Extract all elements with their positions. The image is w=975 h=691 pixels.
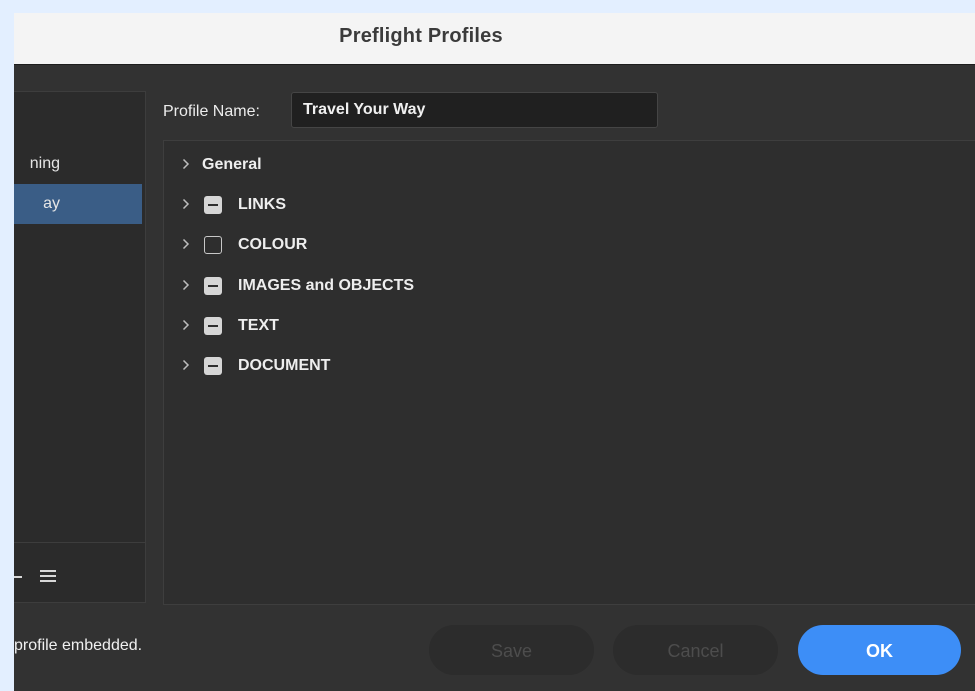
profile-name-field[interactable]	[291, 92, 658, 128]
links-checkbox[interactable]	[204, 196, 222, 214]
profile-list-item-label: ning	[29, 155, 60, 172]
tree-row-label: TEXT	[238, 317, 279, 334]
profile-list-item-label: ay	[43, 195, 60, 212]
ok-button[interactable]: OK	[798, 625, 961, 675]
save-button[interactable]: Save	[429, 625, 594, 675]
menu-icon[interactable]	[40, 570, 56, 584]
profile-list-item[interactable]: ning	[14, 144, 142, 184]
profiles-list-toolbar	[14, 542, 145, 603]
tree-row-text[interactable]: TEXT	[164, 311, 764, 341]
chevron-right-icon[interactable]	[182, 319, 192, 333]
tree-row-label: COLOUR	[238, 236, 308, 253]
tree-row-label: IMAGES and OBJECTS	[238, 277, 415, 294]
chevron-right-icon[interactable]	[182, 158, 192, 172]
minus-icon[interactable]	[14, 576, 22, 578]
preflight-profiles-dialog: Preflight Profiles ning ay Profile Name:…	[14, 13, 975, 691]
cancel-button[interactable]: Cancel	[613, 625, 778, 675]
tree-row-links[interactable]: LINKS	[164, 190, 764, 220]
dialog-title: Preflight Profiles	[339, 25, 503, 47]
images-and-objects-checkbox[interactable]	[204, 277, 222, 295]
chevron-right-icon[interactable]	[182, 198, 192, 212]
profiles-list[interactable]: ning ay	[14, 91, 146, 603]
tree-row-label: General	[202, 156, 262, 173]
tree-row-general[interactable]: General	[164, 150, 764, 180]
preflight-criteria-tree: General LINKS COLOUR IMAGES and OBJECTS	[163, 140, 975, 605]
text-checkbox[interactable]	[204, 317, 222, 335]
chevron-right-icon[interactable]	[182, 359, 192, 373]
tree-row-document[interactable]: DOCUMENT	[164, 351, 764, 381]
chevron-right-icon[interactable]	[182, 279, 192, 293]
profile-name-label: Profile Name:	[163, 103, 260, 120]
chevron-right-icon[interactable]	[182, 238, 192, 252]
tree-row-colour[interactable]: COLOUR	[164, 230, 764, 260]
document-checkbox[interactable]	[204, 357, 222, 375]
colour-checkbox[interactable]	[204, 236, 222, 254]
tree-row-images-and-objects[interactable]: IMAGES and OBJECTS	[164, 271, 764, 301]
tree-row-label: LINKS	[238, 196, 286, 213]
profile-status-text: profile embedded.	[14, 637, 143, 654]
profile-list-item-selected[interactable]: ay	[14, 184, 142, 224]
tree-row-label: DOCUMENT	[238, 357, 331, 374]
title-bar[interactable]: Preflight Profiles	[14, 13, 975, 65]
